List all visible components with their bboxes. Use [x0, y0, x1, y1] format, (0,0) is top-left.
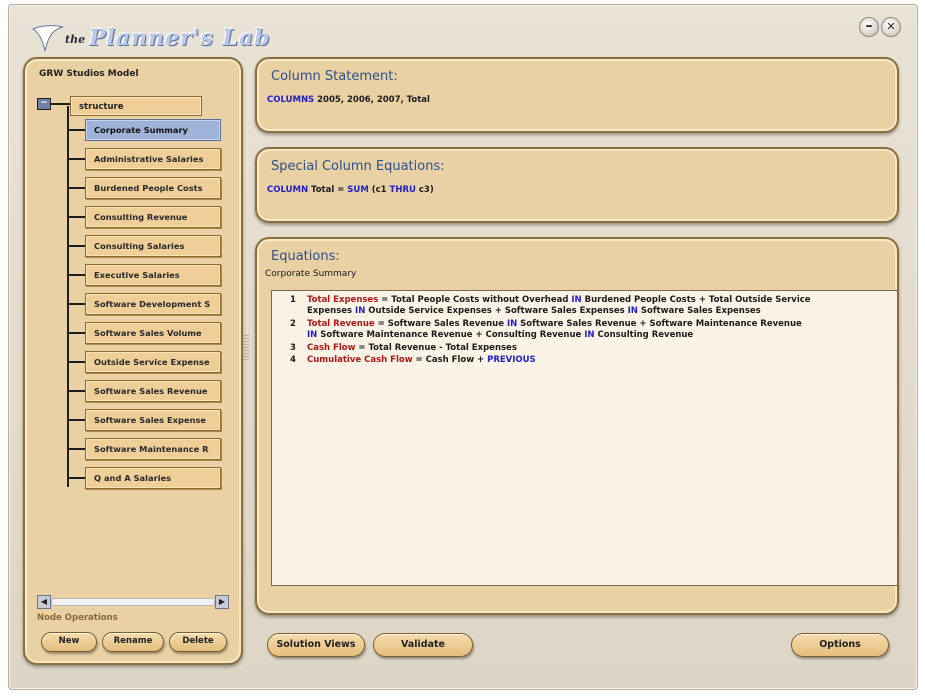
- tree-connector: [67, 303, 87, 305]
- column-statement-panel: Column Statement: COLUMNS 2005, 2006, 20…: [255, 57, 899, 133]
- equations-editor[interactable]: 1 Total Expenses = Total People Costs wit…: [271, 290, 898, 586]
- solution-views-button[interactable]: Solution Views: [267, 633, 365, 657]
- keyword-in: IN: [307, 330, 318, 340]
- new-node-button[interactable]: New: [41, 632, 97, 652]
- scroll-track[interactable]: [51, 598, 215, 606]
- keyword-in: IN: [584, 330, 595, 340]
- tree-connector: [67, 477, 87, 479]
- equation-text: Total =: [308, 185, 348, 195]
- line-number: 3: [290, 343, 296, 353]
- close-icon: ✕: [886, 20, 896, 33]
- tree-connector: [67, 332, 87, 334]
- equation-text: = Software Sales Revenue: [374, 319, 507, 329]
- tree-node-label[interactable]: Software Development S: [85, 293, 221, 315]
- tree-connector: [67, 419, 87, 421]
- equation-text: Consulting Revenue: [594, 330, 694, 340]
- column-list: 2005, 2006, 2007, Total: [314, 95, 430, 105]
- equation-text: Burdened People Costs + Total Outside Se…: [581, 295, 811, 305]
- minimize-button[interactable]: –: [859, 17, 879, 37]
- equation-text: Expenses: [307, 306, 356, 316]
- app-window: the Planner's Lab – ✕ GRW Studios Model …: [8, 4, 918, 690]
- tree-node-label[interactable]: Software Maintenance R: [85, 438, 221, 460]
- rename-node-button[interactable]: Rename: [102, 632, 164, 652]
- column-statement-text[interactable]: COLUMNS 2005, 2006, 2007, Total: [267, 95, 430, 105]
- keyword-in: IN: [355, 306, 366, 316]
- equation-line-2: 2 Total Revenue = Software Sales Revenue …: [290, 319, 886, 341]
- validate-button[interactable]: Validate: [373, 633, 473, 657]
- equation-text: Outside Service Expenses + Software Sale…: [365, 306, 628, 316]
- tree-connector: [67, 187, 87, 189]
- variable-total-expenses: Total Expenses: [307, 295, 379, 305]
- minimize-icon: –: [865, 18, 873, 34]
- tree-connector: [67, 274, 87, 276]
- variable-total-revenue: Total Revenue: [307, 319, 375, 329]
- line-number: 1: [290, 295, 296, 305]
- logo-prefix: the: [65, 33, 86, 46]
- keyword-in: IN: [571, 295, 582, 305]
- swoosh-logo-icon: [32, 25, 64, 52]
- equation-line-4: 4 Cumulative Cash Flow = Cash Flow + PREV…: [290, 355, 886, 366]
- equation-text: = Total Revenue - Total Expenses: [355, 343, 517, 353]
- equation-line-1: 1 Total Expenses = Total People Costs wit…: [290, 295, 886, 317]
- panel-splitter[interactable]: [243, 335, 249, 361]
- tree-connector: [67, 216, 87, 218]
- equation-line-3: 3 Cash Flow = Total Revenue - Total Expen…: [290, 343, 886, 354]
- keyword-thru: THRU: [389, 185, 416, 195]
- tree-node-label[interactable]: Outside Service Expense: [85, 351, 221, 373]
- delete-node-button[interactable]: Delete: [169, 632, 227, 652]
- app-title: Planner's Lab: [89, 25, 271, 51]
- equation-text: c3): [415, 185, 434, 195]
- equation-text: = Total People Costs without Overhead: [378, 295, 572, 305]
- tree-connector: [67, 361, 87, 363]
- tree-node-label[interactable]: Software Sales Expense: [85, 409, 221, 431]
- tree-node-label[interactable]: Q and A Salaries: [85, 467, 221, 489]
- tree-connector: [67, 245, 87, 247]
- tree-root-structure[interactable]: structure: [70, 96, 202, 116]
- equations-node-name: Corporate Summary: [265, 269, 357, 279]
- scroll-left-icon[interactable]: ◀: [37, 595, 51, 609]
- special-column-equations-panel: Special Column Equations: COLUMN Total =…: [255, 147, 899, 223]
- keyword-column: COLUMN: [267, 185, 309, 195]
- keyword-in: IN: [627, 306, 638, 316]
- special-column-equations-title: Special Column Equations:: [271, 159, 445, 174]
- line-number: 4: [290, 355, 296, 365]
- model-title: GRW Studios Model: [39, 69, 139, 79]
- keyword-columns: COLUMNS: [267, 95, 315, 105]
- variable-cash-flow: Cash Flow: [307, 343, 356, 353]
- tree-node-label[interactable]: Consulting Salaries: [85, 235, 221, 257]
- tree-node-label[interactable]: Executive Salaries: [85, 264, 221, 286]
- tree-node-label[interactable]: Software Sales Revenue: [85, 380, 221, 402]
- tree-connector: [67, 106, 69, 487]
- scroll-right-icon[interactable]: ▶: [215, 595, 229, 609]
- equation-text: Software Sales Expenses: [637, 306, 761, 316]
- tree-node-label[interactable]: Burdened People Costs: [85, 177, 221, 199]
- keyword-in: IN: [506, 319, 518, 329]
- node-operations-label: Node Operations: [37, 613, 118, 623]
- keyword-previous: PREVIOUS: [487, 355, 536, 365]
- equation-text: Software Sales Revenue + Software Mainte…: [517, 319, 802, 329]
- keyword-sum: SUM: [347, 185, 369, 195]
- tree-connector: [67, 390, 87, 392]
- collapse-toggle[interactable]: −: [37, 98, 51, 110]
- tree-connector: [67, 448, 87, 450]
- options-button[interactable]: Options: [791, 633, 889, 657]
- tree-node-label[interactable]: Corporate Summary: [85, 119, 221, 141]
- tree-node-label[interactable]: Consulting Revenue: [85, 206, 221, 228]
- variable-cumulative-cash-flow: Cumulative Cash Flow: [307, 355, 413, 365]
- equation-text: Software Maintenance Revenue + Consultin…: [317, 330, 585, 340]
- close-button[interactable]: ✕: [881, 17, 901, 37]
- tree-node-label[interactable]: Software Sales Volume: [85, 322, 221, 344]
- tree-connector: [67, 129, 87, 131]
- tree-connector: [67, 158, 87, 160]
- line-number: 2: [290, 319, 296, 329]
- equation-text: (c1: [368, 185, 390, 195]
- equations-title: Equations:: [271, 249, 340, 264]
- tree-horizontal-scrollbar[interactable]: ◀ ▶: [37, 595, 229, 609]
- column-statement-title: Column Statement:: [271, 69, 398, 84]
- special-column-equation-text[interactable]: COLUMN Total = SUM (c1 THRU c3): [267, 185, 434, 195]
- equation-text: = Cash Flow +: [412, 355, 488, 365]
- tree-node-label[interactable]: Administrative Salaries: [85, 148, 221, 170]
